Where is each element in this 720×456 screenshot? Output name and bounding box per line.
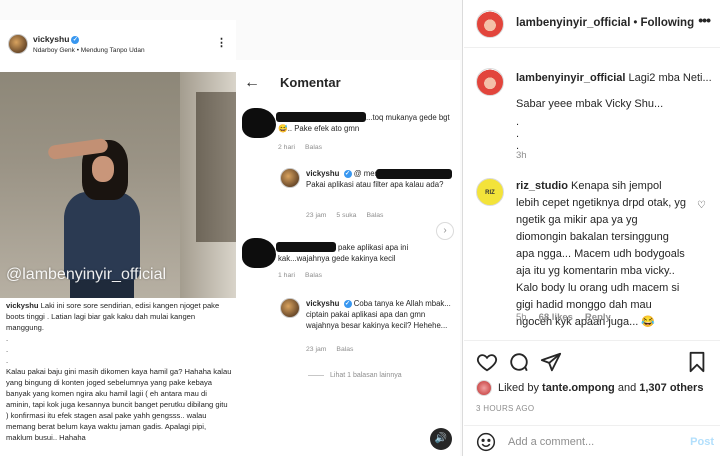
caption-text: Lagi2 mba Neti... xyxy=(628,72,712,84)
comment-likes[interactable]: 68 likes xyxy=(539,312,573,323)
avatar xyxy=(280,298,300,318)
speaker-icon[interactable]: 🔊 xyxy=(430,428,452,450)
redaction xyxy=(242,238,276,268)
emoji-icon[interactable] xyxy=(476,432,496,452)
caption-username: vickyshu xyxy=(6,301,39,310)
caption-dot: . xyxy=(6,334,9,343)
post-header: lambenyinyir_official • Following ••• xyxy=(464,0,720,48)
watermark: @lambenyinyir_official xyxy=(6,266,167,283)
reply-button[interactable]: Reply xyxy=(585,312,611,323)
comment-text: Kenapa sih jempol lebih cepet ngetiknya … xyxy=(516,180,687,328)
avatar xyxy=(280,168,300,188)
avatar[interactable]: RIZ xyxy=(476,178,504,206)
add-comment-bar: Post xyxy=(464,425,720,456)
redaction xyxy=(376,169,452,179)
comment-time: 2 hari xyxy=(278,144,296,151)
bookmark-icon[interactable] xyxy=(686,351,708,373)
heart-icon[interactable] xyxy=(476,351,498,373)
embedded-comments-panel: ← Komentar ...toq mukanya gede bgt 😅.. P… xyxy=(236,60,460,456)
reply-link[interactable]: Balas xyxy=(366,212,383,219)
avatar[interactable] xyxy=(476,68,504,96)
comment-icon[interactable] xyxy=(508,351,530,373)
reply-link[interactable]: Balas xyxy=(336,346,353,353)
comment-time: 5h xyxy=(516,312,527,323)
chevron-right-icon: › xyxy=(436,222,454,240)
comment-username[interactable]: riz_studio xyxy=(516,180,568,192)
separator-dot: • xyxy=(633,17,638,29)
heart-icon[interactable]: ♡ xyxy=(697,200,706,211)
comment-text: ...toq mukanya gede bgt 😅.. Pake efek at… xyxy=(278,113,450,133)
liked-by-prefix: Liked by xyxy=(498,381,539,394)
caption-time: 3h xyxy=(516,150,527,161)
avatar xyxy=(476,380,492,396)
caption-username[interactable]: lambenyinyir_official xyxy=(516,72,625,84)
caption-body: Kalau pakai baju gini masih dikomen kaya… xyxy=(6,367,232,442)
post-media: vickyshu ✓ Ndarboy Genk • Mendung Tanpo U… xyxy=(0,0,463,456)
comment-likes: 5 suka xyxy=(336,212,357,219)
avatar xyxy=(8,34,28,54)
comment-text: pake aplikasi apa ini kak...wajahnya ged… xyxy=(278,243,409,263)
caption-dot: . xyxy=(6,345,9,354)
more-icon: ⋮ xyxy=(216,37,227,49)
share-icon[interactable] xyxy=(540,351,562,373)
comment-time: 1 hari xyxy=(278,272,296,279)
redaction xyxy=(242,108,276,138)
caption-dot: . xyxy=(6,356,9,365)
reply-username: vickyshu xyxy=(306,169,340,178)
reply-link[interactable]: Balas xyxy=(305,144,322,151)
back-arrow-icon: ← xyxy=(244,74,260,91)
comments-title: Komentar xyxy=(280,75,341,90)
more-options-icon[interactable]: ••• xyxy=(698,12,711,28)
comment-input[interactable] xyxy=(508,433,678,451)
embedded-post-header: vickyshu ✓ Ndarboy Genk • Mendung Tanpo U… xyxy=(0,28,236,64)
embedded-location: Ndarboy Genk • Mendung Tanpo Udan xyxy=(33,47,145,54)
following-button[interactable]: Following xyxy=(640,17,694,29)
post-side-panel: lambenyinyir_official • Following ••• lamb… xyxy=(464,0,720,456)
comment-time: 23 jam xyxy=(306,212,327,219)
post-button[interactable]: Post xyxy=(690,436,714,448)
reply-link[interactable]: Balas xyxy=(305,272,322,279)
header-username[interactable]: lambenyinyir_official xyxy=(516,17,630,29)
embedded-caption: vickyshu Laki ini sore sore sendirian, e… xyxy=(6,300,232,443)
liked-by-user[interactable]: tante.ompong xyxy=(542,382,615,394)
post-timestamp: 3 HOURS AGO xyxy=(476,404,535,413)
caption-first: Laki ini sore sore sendirian, edisi kang… xyxy=(6,301,220,332)
caption-line: Sabar yeee mbak Vicky Shu... xyxy=(516,98,664,110)
video-frame: @lambenyinyir_official xyxy=(0,72,236,298)
embedded-username: vickyshu xyxy=(33,34,70,44)
comment-time: 23 jam xyxy=(306,346,327,353)
likes-summary: Liked by tante.ompong and 1,307 others xyxy=(476,380,703,396)
verified-icon: ✓ xyxy=(343,299,352,308)
avatar[interactable] xyxy=(476,10,504,38)
view-more-replies[interactable]: Lihat 1 balasan lainnya xyxy=(308,372,402,379)
likes-count[interactable]: 1,307 others xyxy=(639,382,703,394)
verified-icon: ✓ xyxy=(343,169,352,178)
verified-icon: ✓ xyxy=(71,35,80,44)
embedded-post: vickyshu ✓ Ndarboy Genk • Mendung Tanpo U… xyxy=(0,20,236,456)
reply-username: vickyshu xyxy=(306,299,340,308)
action-bar xyxy=(464,340,720,380)
liked-by-and: and xyxy=(617,381,637,394)
